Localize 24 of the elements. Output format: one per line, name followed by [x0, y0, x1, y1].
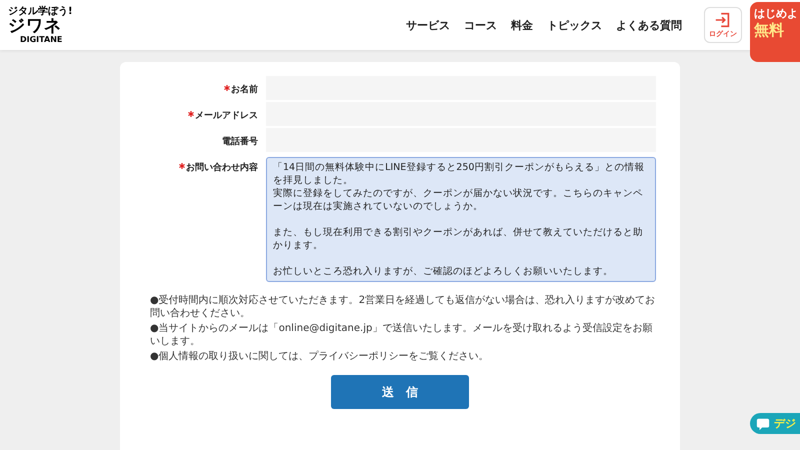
login-icon: [714, 11, 732, 29]
nav-link[interactable]: コース: [464, 18, 497, 32]
note-text: ●個人情報の取り扱いに関しては、プライバシーポリシーをご覧ください。: [150, 350, 490, 363]
field-label: お問い合わせ内容: [186, 161, 258, 174]
nav-link[interactable]: サービス: [406, 18, 450, 32]
logo-subtitle: DIGITANE: [20, 35, 64, 44]
nav-link[interactable]: よくある質問: [616, 18, 682, 32]
nav-link[interactable]: 料金: [511, 18, 533, 32]
free-trial-button[interactable]: はじめよ 無料: [750, 2, 800, 62]
field-label: メールアドレス: [195, 110, 258, 122]
submit-button[interactable]: 送 信: [331, 375, 469, 409]
message-line: お忙しいところ恐れ入りますが、ご確認のほどよろしくお願いいたします。: [273, 265, 614, 278]
message-field[interactable]: 「14日間の無料体験中にLINE登録すると250円割引クーポンがもらえる」との情報を拝見しました。 実際に登録をしてみたのですが、クーポンが届かない状況です。こちらのキャンペーンは現在は実施されていないのでしょうか。 また、もし現在利用できる割引やクーポンがあれば、併せて教えていただけると助かります。 お忙しいところ恐れ入りますが、ご確認のほどよろしくお願いいたします。: [266, 157, 656, 282]
logo-tagline: ジタル学ぼう!: [8, 6, 74, 17]
note-text: ●当サイトからのメールは「online@digitane.jp」で送信いたします。メールを受け取れるよう受信設定をお願いします。: [150, 322, 654, 348]
message-line: 実際に登録をしてみたのですが、クーポンが届かない状況です。こちらのキャンペーンは現在は実施されていないのでしょうか。: [273, 187, 644, 213]
message-line: 「14日間の無料体験中にLINE登録すると250円割引クーポンがもらえる」との情報を拝見しました。: [273, 161, 646, 187]
logo[interactable]: ジワネ: [8, 17, 128, 35]
chat-bubble-icon: [756, 416, 770, 430]
note-text: ●受付時間内に順次対応させていただきます。2営業日を経過しても返信がない場合は、恐れ入りますが改めてお問い合わせください。: [150, 294, 656, 320]
nav-link[interactable]: トピックス: [547, 18, 602, 32]
field-label: 電話番号: [222, 135, 258, 148]
message-line: また、もし現在利用できる割引やクーポンがあれば、併せて教えていただけると助かります。: [273, 226, 644, 252]
field-label: お名前: [231, 84, 258, 96]
